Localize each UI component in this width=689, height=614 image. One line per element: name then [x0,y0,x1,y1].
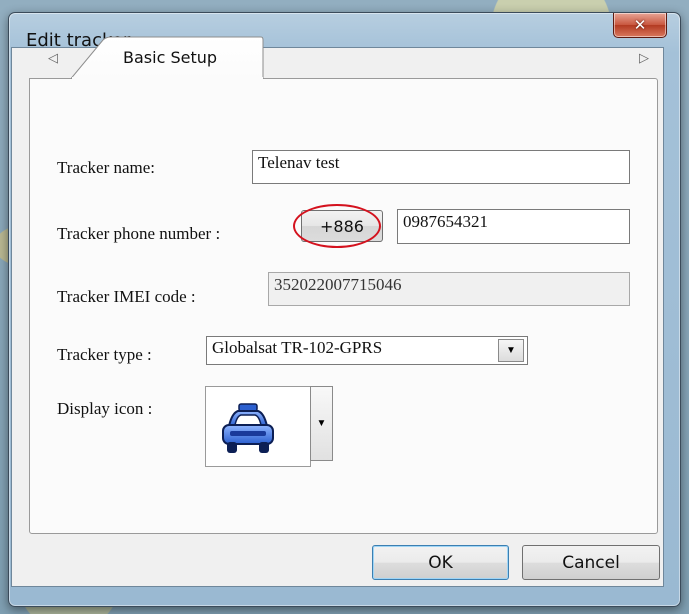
tracker-imei-label: Tracker IMEI code : [57,287,196,306]
tracker-name-label: Tracker name: [57,158,156,177]
display-icon-label: Display icon : [57,399,153,418]
tracker-phone-label: Tracker phone number : [57,224,221,243]
close-button[interactable]: ✕ [613,13,667,38]
tab-label: Basic Setup [123,48,218,67]
tab-scroll-left-icon[interactable]: ◁ [48,51,58,66]
tracker-type-select[interactable]: Globalsat TR-102-GPRS [206,336,528,365]
tab-scroll-right-icon[interactable]: ▷ [639,51,649,66]
highlight-circle [293,204,381,248]
ok-button[interactable]: OK [372,545,509,580]
chevron-down-icon[interactable]: ▼ [498,339,524,362]
tracker-name-input[interactable]: Telenav test [252,150,630,184]
tab-basic-setup[interactable]: Basic Setup [71,36,264,79]
close-icon: ✕ [633,16,647,34]
tracker-type-value: Globalsat TR-102-GPRS [212,338,383,357]
display-icon-dropdown-button[interactable]: ▼ [310,386,333,461]
tracker-type-label: Tracker type : [57,345,152,364]
chevron-down-icon: ▼ [316,418,327,429]
tracker-phone-input[interactable]: 0987654321 [397,209,630,244]
tracker-imei-field: 352022007715046 [268,272,630,306]
taxi-icon [222,403,274,453]
display-icon-preview[interactable] [205,386,311,467]
cancel-button[interactable]: Cancel [522,545,660,580]
